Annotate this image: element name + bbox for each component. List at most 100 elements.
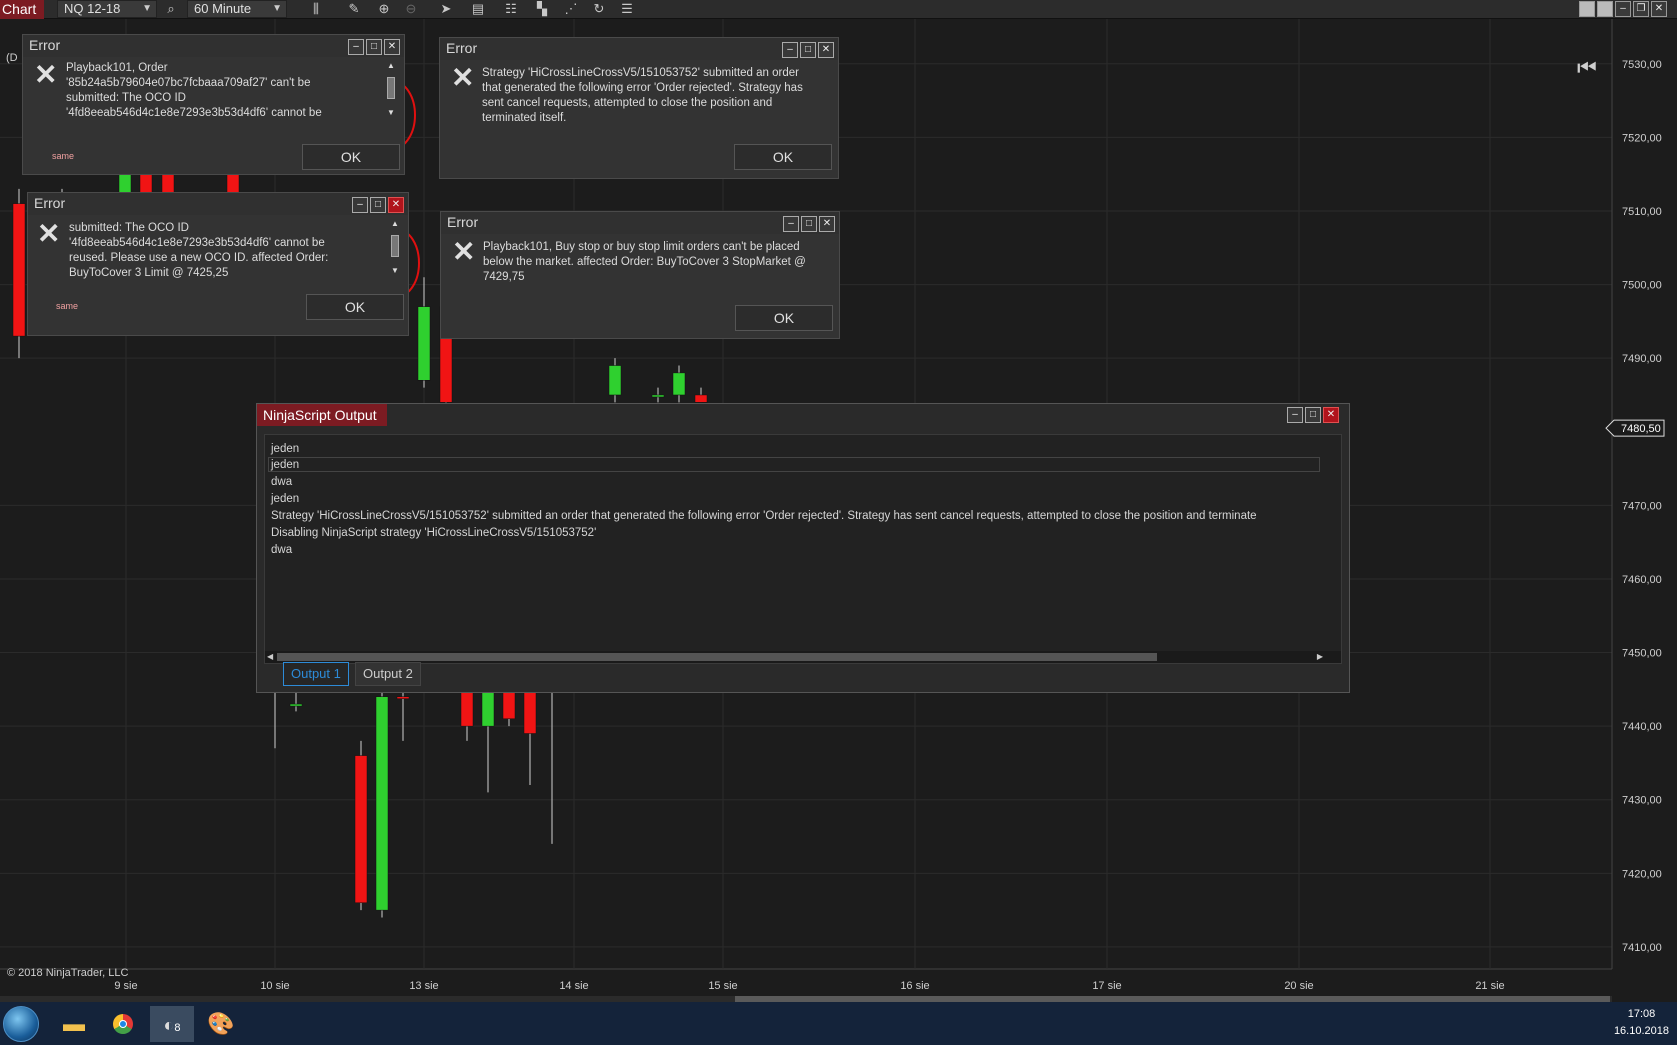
output-line: jeden (271, 459, 300, 471)
system-clock[interactable]: 17:08 16.10.2018 (1614, 1006, 1669, 1040)
ok-button[interactable]: OK (734, 144, 832, 170)
price-axis-label: 7420,00 (1622, 868, 1662, 880)
menu-icon[interactable]: ☰ (619, 1, 635, 17)
scroll-thumb[interactable] (391, 235, 399, 257)
date-axis-label: 13 sie (409, 980, 438, 992)
instrument-selector[interactable]: NQ 12-18 ▼ (57, 0, 157, 18)
scroll-left-icon[interactable]: ◀ (267, 651, 273, 663)
candle-body (375, 696, 389, 911)
candle-body (694, 394, 708, 403)
candle-body (608, 365, 622, 396)
timeframe-value: 60 Minute (194, 1, 252, 16)
chrome-logo-center (119, 1020, 127, 1028)
ok-button[interactable]: OK (302, 144, 400, 170)
price-axis-label: 7520,00 (1622, 132, 1662, 144)
error-x-icon: ✕ (37, 218, 61, 249)
ok-button[interactable]: OK (306, 294, 404, 320)
output-line: Disabling NinjaScript strategy 'HiCrossL… (271, 527, 597, 539)
price-axis-label: 7460,00 (1622, 574, 1662, 586)
close-icon[interactable]: ✕ (1651, 1, 1667, 17)
message-scrollbar[interactable]: ▲ ▼ (384, 61, 398, 117)
pointer-icon[interactable]: ➤ (438, 1, 454, 17)
zoom-out-icon[interactable]: ⊖ (403, 1, 419, 17)
error-dialog-4: Error ‒ □ ✕ ✕ Playback101, Buy stop or buy… (440, 211, 840, 339)
scroll-thumb[interactable] (277, 653, 1157, 661)
candle-body (502, 689, 516, 720)
candle-body (354, 755, 368, 904)
copyright-text: © 2018 NinjaTrader, LLC (7, 967, 129, 979)
tile-icon[interactable] (1597, 1, 1613, 17)
maximize-icon[interactable]: □ (801, 216, 817, 232)
tab-output-1[interactable]: Output 1 (283, 662, 349, 686)
dialog-message: Playback101, Buy stop or buy stop limit … (483, 241, 806, 283)
current-price-label: 7480,50 (1621, 423, 1661, 435)
skip-to-start-icon[interactable]: ⏮ (1577, 57, 1597, 79)
ninjatrader-icon[interactable]: ◐8 (150, 1006, 194, 1042)
dialog-body: ✕ Playback101, Buy stop or buy stop limi… (441, 234, 839, 338)
scroll-right-icon[interactable]: ▶ (1317, 651, 1323, 663)
scroll-up-icon[interactable]: ▲ (384, 61, 398, 70)
output-text-panel[interactable]: jeden jeden dwa jeden Strategy 'HiCrossL… (264, 434, 1342, 664)
ninjatrader-window-count: 8 (174, 1022, 181, 1034)
price-axis-label: 7510,00 (1622, 206, 1662, 218)
bars-icon[interactable]: ⫼ (308, 1, 324, 17)
restore-icon[interactable]: ❐ (1633, 1, 1649, 17)
message-scrollbar[interactable]: ▲ ▼ (388, 219, 402, 275)
close-icon[interactable]: ✕ (384, 39, 400, 55)
timeframe-selector[interactable]: 60 Minute ▼ (187, 0, 287, 18)
ok-button[interactable]: OK (735, 305, 833, 331)
output-line: jeden (271, 493, 300, 505)
chrome-icon[interactable] (101, 1006, 145, 1042)
maximize-icon[interactable]: □ (366, 39, 382, 55)
minimize-icon[interactable]: ‒ (782, 42, 798, 58)
start-orb-icon[interactable] (3, 1006, 39, 1042)
reload-icon[interactable]: ↻ (591, 1, 607, 17)
scroll-up-icon[interactable]: ▲ (388, 219, 402, 228)
dialog-window-buttons: ‒ □ ✕ (346, 39, 400, 55)
scroll-down-icon[interactable]: ▼ (388, 266, 402, 275)
minimize-icon[interactable]: ‒ (352, 197, 368, 213)
dialog-title: Error (29, 37, 61, 53)
ninjatrader-chart-window: Chart NQ 12-18 ▼ ⌕ 60 Minute ▼ ⫼ ✎ ⊕ ⊖ ➤… (0, 0, 1677, 1045)
chevron-down-icon: ▼ (272, 3, 282, 14)
close-icon[interactable]: ✕ (819, 216, 835, 232)
tab-output-2[interactable]: Output 2 (355, 662, 421, 686)
date-axis-label: 14 sie (559, 980, 588, 992)
close-icon[interactable]: ✕ (388, 197, 404, 213)
minimize-icon[interactable]: ‒ (348, 39, 364, 55)
pencil-icon[interactable]: ✎ (346, 1, 362, 17)
dialog-title: Error (446, 40, 478, 56)
minimize-icon[interactable]: ‒ (783, 216, 799, 232)
candle-body (396, 696, 410, 699)
templates-icon[interactable]: ▚ (534, 1, 550, 17)
close-icon[interactable]: ✕ (818, 42, 834, 58)
ninjatrader-logo: ◐ (163, 1015, 175, 1035)
search-icon[interactable]: ⌕ (163, 1, 179, 17)
output-line: dwa (271, 544, 293, 556)
minimize-icon[interactable]: ‒ (1287, 407, 1303, 423)
folder-icon[interactable]: ▬ (52, 1006, 96, 1042)
dialog-title: Error (34, 195, 66, 211)
scroll-thumb[interactable] (387, 77, 395, 99)
zoom-in-icon[interactable]: ⊕ (376, 1, 392, 17)
maximize-icon[interactable]: □ (1305, 407, 1321, 423)
paint-icon[interactable]: 🎨 (199, 1006, 243, 1042)
date-axis-label: 9 sie (114, 980, 137, 992)
selected-line-highlight (268, 457, 1320, 472)
dialog-title: Error (447, 214, 479, 230)
minimize-icon[interactable]: ‒ (1615, 1, 1631, 17)
output-window-buttons: ‒ □ ✕ (1285, 407, 1339, 423)
tile-icon[interactable] (1579, 1, 1595, 17)
maximize-icon[interactable]: □ (370, 197, 386, 213)
candle-body (672, 372, 686, 396)
close-icon[interactable]: ✕ (1323, 407, 1339, 423)
strategies-icon[interactable]: ☷ (503, 1, 519, 17)
horizontal-scrollbar[interactable]: ◀ ▶ (265, 651, 1341, 663)
error-dialog-1: Error ‒ □ ✕ ✕ Playback101, Order '85b24a5b… (22, 34, 405, 175)
dialog-message: submitted: The OCO ID '4fd8eeab546d4c1e8… (69, 222, 329, 279)
maximize-icon[interactable]: □ (800, 42, 816, 58)
price-axis-label: 7450,00 (1622, 648, 1662, 660)
indicators-icon[interactable]: ⋰ (563, 1, 579, 17)
properties-icon[interactable]: ▤ (470, 1, 486, 17)
scroll-down-icon[interactable]: ▼ (384, 108, 398, 117)
